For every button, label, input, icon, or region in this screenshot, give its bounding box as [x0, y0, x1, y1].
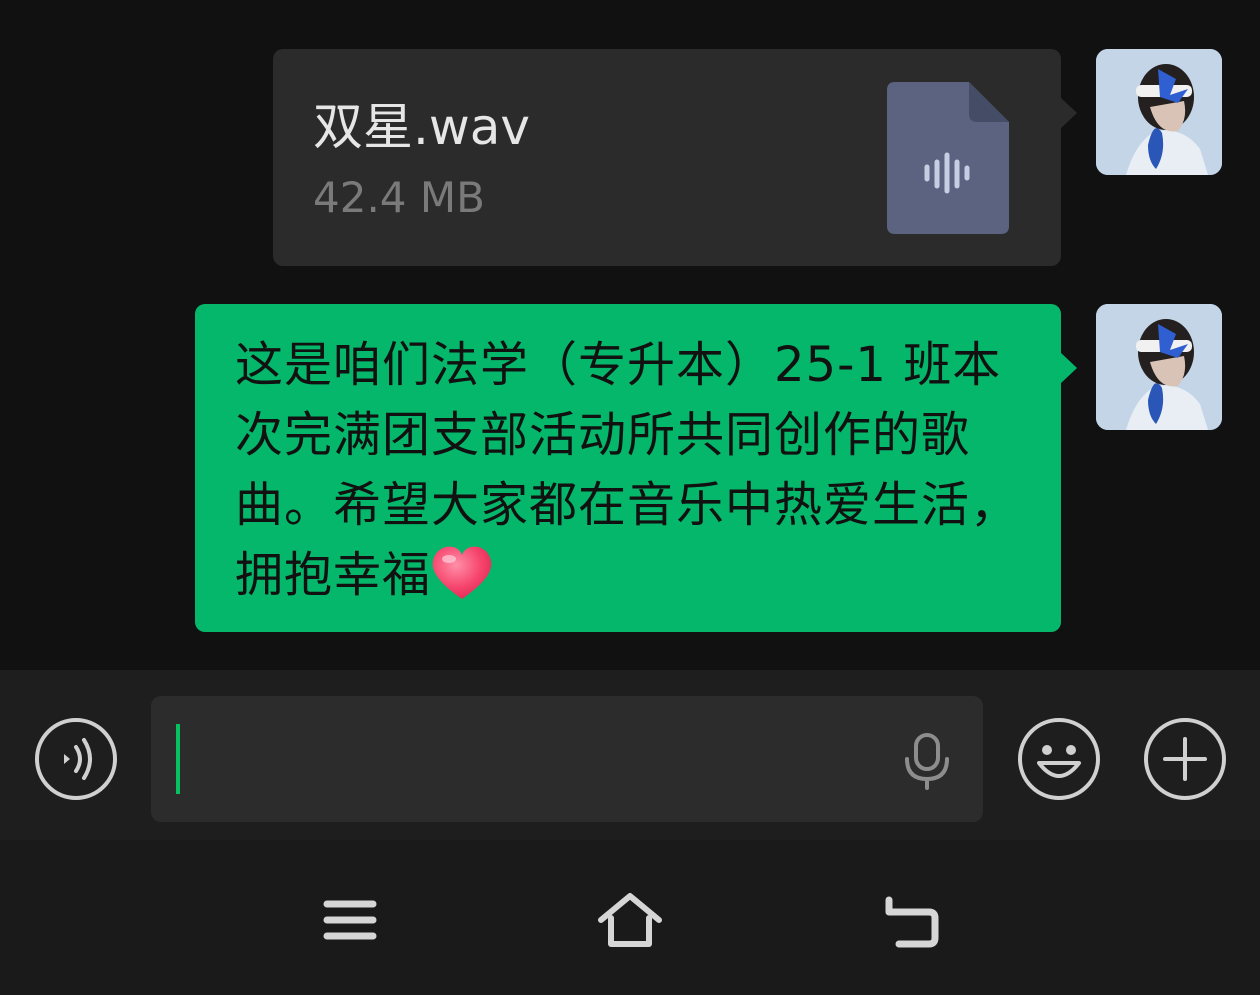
- message-text: 这是咱们法学（专升本）25-1 班本次完满团支部活动所共同创作的歌曲。希望大家都…: [235, 330, 1035, 610]
- text-caret: [176, 724, 180, 794]
- bubble-tail: [1060, 352, 1077, 384]
- file-name: 双星.wav: [313, 98, 531, 156]
- home-icon[interactable]: [595, 890, 665, 950]
- message-text-content: 这是咱们法学（专升本）25-1 班本次完满团支部活动所共同创作的歌曲。希望大家都…: [235, 337, 1020, 603]
- plus-icon[interactable]: [1143, 717, 1227, 801]
- voice-mode-icon[interactable]: [34, 717, 118, 801]
- audio-file-icon: [887, 82, 1009, 234]
- back-icon[interactable]: [875, 890, 945, 950]
- message-input[interactable]: [151, 696, 983, 822]
- system-nav-bar: [0, 840, 1260, 995]
- emoji-icon[interactable]: [1017, 717, 1101, 801]
- menu-icon[interactable]: [315, 890, 385, 950]
- bubble-tail: [1060, 97, 1077, 129]
- avatar[interactable]: [1096, 304, 1222, 430]
- avatar[interactable]: [1096, 49, 1222, 175]
- input-bar: [0, 670, 1260, 840]
- file-message-bubble[interactable]: 双星.wav 42.4 MB: [273, 49, 1077, 266]
- file-size: 42.4 MB: [313, 173, 485, 222]
- heart-emoji: [431, 545, 493, 601]
- chat-area: 双星.wav 42.4 MB 这是咱们法学（专升本）25-1 班本次完满团支部活…: [0, 0, 1260, 670]
- microphone-icon[interactable]: [899, 731, 955, 791]
- text-message-bubble[interactable]: 这是咱们法学（专升本）25-1 班本次完满团支部活动所共同创作的歌曲。希望大家都…: [195, 304, 1077, 632]
